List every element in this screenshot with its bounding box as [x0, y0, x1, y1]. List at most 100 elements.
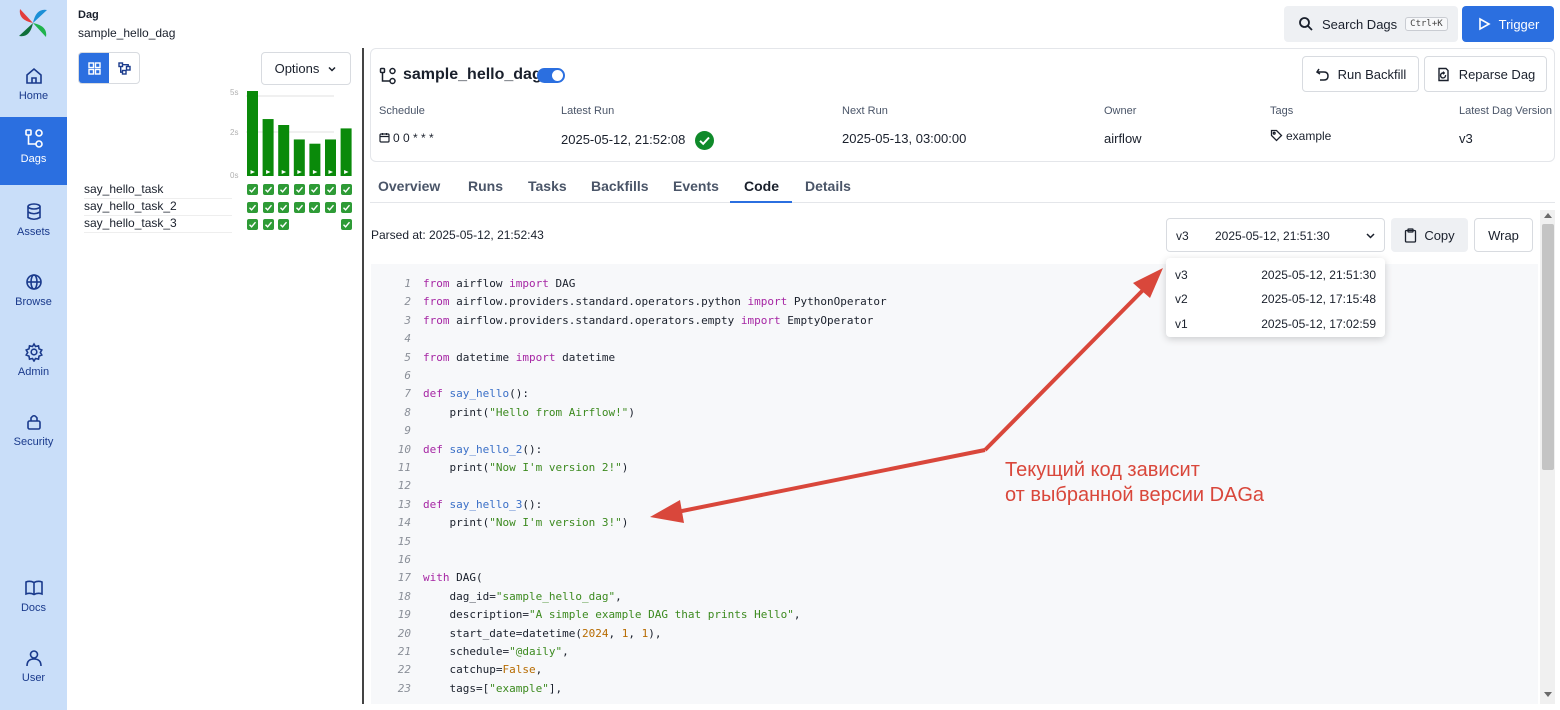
- check-icon: [342, 221, 350, 228]
- task-instance-cell[interactable]: [340, 219, 352, 230]
- graph-view-button[interactable]: [109, 53, 139, 83]
- version-select[interactable]: v3 2025-05-12, 21:51:30: [1166, 218, 1385, 252]
- task-instance-cell[interactable]: [309, 184, 321, 195]
- next-run-label: Next Run: [842, 105, 888, 117]
- nav-item-user[interactable]: User: [0, 638, 67, 704]
- version-option[interactable]: v3 2025-05-12, 21:51:30: [1166, 261, 1385, 285]
- home-icon: [25, 67, 42, 84]
- nav-item-dags[interactable]: Dags: [0, 117, 67, 185]
- code-line: 22 catchup=False,: [371, 661, 1538, 679]
- task-instance-cell[interactable]: [293, 202, 305, 213]
- task-name: say_hello_task: [84, 182, 164, 196]
- dag-pause-toggle[interactable]: [537, 68, 565, 83]
- next-run-value: 2025-05-13, 03:00:00: [842, 131, 967, 146]
- search-dags-button[interactable]: Search Dags Ctrl+K: [1284, 6, 1458, 42]
- schedule-label: Schedule: [379, 105, 425, 117]
- task-instance-cell[interactable]: [278, 219, 290, 230]
- nav-item-security[interactable]: Security: [0, 402, 67, 468]
- tab-details[interactable]: Details: [805, 178, 851, 194]
- run-bar[interactable]: [262, 119, 274, 176]
- code-line: 8 print("Hello from Airflow!"): [371, 404, 1538, 422]
- wrap-button[interactable]: Wrap: [1474, 218, 1533, 252]
- run-bar[interactable]: [247, 91, 258, 176]
- task-instance-cell[interactable]: [340, 202, 352, 213]
- task-instance-cell[interactable]: [262, 219, 274, 230]
- trigger-label: Trigger: [1498, 16, 1540, 32]
- run-bar[interactable]: [278, 125, 290, 176]
- nav-item-home[interactable]: Home: [0, 56, 67, 122]
- task-row[interactable]: say_hello_task_3: [84, 216, 232, 233]
- success-check-icon: [694, 131, 714, 150]
- nav-item-docs[interactable]: Docs: [0, 568, 67, 634]
- run-bar[interactable]: [293, 139, 305, 176]
- code-line: 7 def say_hello():: [371, 385, 1538, 403]
- code-scrollbar-thumb[interactable]: [1542, 224, 1554, 470]
- check-icon: [280, 221, 288, 228]
- check-icon: [264, 186, 272, 193]
- task-instance-cell[interactable]: [278, 184, 290, 195]
- code-line: 18 dag_id="sample_hello_dag",: [371, 588, 1538, 606]
- task-instance-cell[interactable]: [247, 219, 258, 230]
- copy-button[interactable]: Copy: [1391, 218, 1468, 252]
- nav-label: User: [21, 672, 46, 684]
- task-instance-cell[interactable]: [309, 202, 321, 213]
- task-instance-cell[interactable]: [325, 202, 336, 213]
- tag-icon: [1270, 129, 1283, 142]
- breadcrumb-label: Dag: [78, 9, 99, 21]
- reparse-dag-button[interactable]: Reparse Dag: [1424, 56, 1547, 92]
- tab-backfills[interactable]: Backfills: [591, 178, 649, 194]
- task-row[interactable]: say_hello_task: [84, 182, 232, 199]
- latest-run-value[interactable]: 2025-05-12, 21:52:08: [561, 131, 714, 150]
- nav-item-browse[interactable]: Browse: [0, 262, 67, 328]
- tab-overview[interactable]: Overview: [378, 178, 440, 194]
- line-number: 12: [397, 479, 411, 493]
- task-instance-cell[interactable]: [278, 202, 290, 213]
- globe-icon: [25, 274, 42, 290]
- search-shortcut: Ctrl+K: [1405, 17, 1448, 31]
- task-instance-cell[interactable]: [247, 184, 258, 195]
- run-bar[interactable]: [325, 139, 336, 176]
- code-text: from datetime import datetime: [423, 350, 616, 364]
- scroll-down-arrow[interactable]: [1544, 692, 1552, 697]
- check-icon: [327, 186, 335, 193]
- task-instance-cell[interactable]: [293, 184, 305, 195]
- code-line: 12: [371, 477, 1538, 495]
- version-option-date: 2025-05-12, 21:51:30: [1261, 268, 1376, 282]
- panel-resizer[interactable]: [362, 48, 364, 704]
- code-line: 9: [371, 422, 1538, 440]
- tab-runs[interactable]: Runs: [468, 178, 503, 194]
- code-text: description="A simple example DAG that p…: [423, 608, 801, 622]
- line-number: 10: [397, 442, 411, 456]
- breadcrumb-dag-name[interactable]: sample_hello_dag: [78, 26, 175, 40]
- check-icon: [280, 186, 288, 193]
- task-instance-cell[interactable]: [247, 202, 258, 213]
- grid-view-button[interactable]: [79, 53, 109, 83]
- version-option[interactable]: v2 2025-05-12, 17:15:48: [1166, 285, 1385, 309]
- dag-icon: [379, 67, 396, 85]
- task-instance-cell[interactable]: [340, 184, 352, 195]
- run-bar[interactable]: [340, 128, 352, 176]
- tab-tasks[interactable]: Tasks: [528, 178, 567, 194]
- check-icon: [264, 221, 272, 228]
- task-instance-cell[interactable]: [262, 202, 274, 213]
- version-option[interactable]: v1 2025-05-12, 17:02:59: [1166, 310, 1385, 334]
- options-button[interactable]: Options: [261, 52, 351, 85]
- task-row[interactable]: say_hello_task_2: [84, 199, 232, 216]
- tag-chip[interactable]: example: [1270, 129, 1331, 143]
- tab-events[interactable]: Events: [673, 178, 719, 194]
- trigger-button[interactable]: Trigger: [1462, 6, 1554, 42]
- search-label: Search Dags: [1322, 16, 1398, 32]
- nav-item-assets[interactable]: Assets: [0, 192, 67, 258]
- lock-icon: [26, 414, 41, 430]
- line-number: 6: [404, 369, 411, 382]
- options-label: Options: [274, 61, 320, 76]
- nav-item-admin[interactable]: Admin: [0, 332, 67, 398]
- run-backfill-button[interactable]: Run Backfill: [1302, 56, 1419, 92]
- reparse-dag-label: Reparse Dag: [1458, 66, 1536, 82]
- scroll-up-arrow[interactable]: [1544, 213, 1552, 218]
- tab-code[interactable]: Code: [744, 178, 779, 194]
- task-instance-cell[interactable]: [325, 184, 336, 195]
- line-number: 16: [397, 553, 411, 566]
- task-instance-cell[interactable]: [262, 184, 274, 195]
- airflow-logo-icon[interactable]: [16, 6, 50, 40]
